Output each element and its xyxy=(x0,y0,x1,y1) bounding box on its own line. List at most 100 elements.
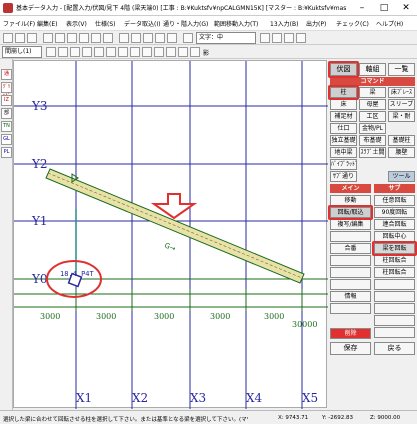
cmd-sleeve[interactable]: スリーブ xyxy=(388,99,415,110)
help-icon[interactable] xyxy=(296,33,306,43)
cmd-ground-beam[interactable]: 地中梁 xyxy=(330,147,357,158)
back-button[interactable]: 戻る xyxy=(374,342,415,355)
left-tool-grid-line[interactable]: 通 xyxy=(1,69,12,80)
menu-check[interactable]: チェック(C) xyxy=(336,19,369,28)
snap-near-icon[interactable] xyxy=(142,47,152,57)
cmd-column[interactable]: 柱 xyxy=(330,87,357,98)
main-empty-5[interactable] xyxy=(330,303,371,314)
sub-empty-4[interactable] xyxy=(374,315,415,326)
settings-icon[interactable] xyxy=(260,33,270,43)
cmd-hardware[interactable]: 金物/PL xyxy=(359,123,386,134)
column-rotate-align-button[interactable]: 柱回転合 xyxy=(374,255,415,266)
snap-cross-icon[interactable] xyxy=(118,47,128,57)
rotate-90-button[interactable]: 90度回転 xyxy=(374,207,415,218)
cmd-supplement[interactable]: 補足材 xyxy=(330,111,357,122)
assign-number-button[interactable]: 合番 xyxy=(330,243,371,254)
align-to-beam-button[interactable]: 梁を回転 xyxy=(374,243,415,254)
main-empty-2[interactable] xyxy=(330,255,371,266)
snap-point-icon[interactable] xyxy=(58,47,68,57)
snap-center-icon[interactable] xyxy=(82,47,92,57)
delete-button[interactable]: 削除 xyxy=(330,328,371,339)
left-tool-gl[interactable]: GL xyxy=(1,134,12,145)
info-button[interactable]: 情報 xyxy=(330,291,371,302)
dim-icon[interactable] xyxy=(178,47,188,57)
menu-edit[interactable]: 編集(E) xyxy=(37,19,57,28)
column-rotate-align-button-2[interactable]: 柱回転合 xyxy=(374,267,415,278)
hatch-icon[interactable] xyxy=(166,47,176,57)
cmd-beam-resist[interactable]: 梁・耐 xyxy=(388,111,415,122)
text-icon[interactable] xyxy=(183,33,193,43)
cmd-zone[interactable]: 工区 xyxy=(359,111,386,122)
free-rotate-button[interactable]: 任意回転 xyxy=(374,195,415,206)
zoom-window-icon[interactable] xyxy=(103,33,113,43)
save-button[interactable]: 保存 xyxy=(330,342,371,355)
left-tool-grid[interactable]: ｸﾞﾘｯﾄﾞ xyxy=(1,82,12,99)
main-empty-4[interactable] xyxy=(330,279,371,290)
left-tool-member[interactable]: 部 xyxy=(1,108,12,119)
snap-mid-icon[interactable] xyxy=(106,47,116,57)
color-swatch-icon[interactable] xyxy=(154,47,164,57)
menu-range-move[interactable]: 範囲移動入力(T) xyxy=(214,19,258,28)
copy-edit-button[interactable]: 複写/編集 xyxy=(330,219,371,230)
drawing-canvas[interactable]: Y3 Y2 Y1 Y0 X1 X2 X3 X4 X5 3000 3000 300… xyxy=(13,60,328,409)
cmd-isolated-footing[interactable]: 独立基礎 xyxy=(330,135,357,146)
beam-member[interactable] xyxy=(45,168,305,284)
menu-view[interactable]: 表示(V) xyxy=(66,19,87,28)
zoom-in-icon[interactable] xyxy=(67,33,77,43)
menu-file[interactable]: ファイル(F) xyxy=(3,19,35,28)
shadow-toggle-icon[interactable] xyxy=(190,47,200,57)
redo-icon[interactable] xyxy=(27,33,37,43)
menu-help[interactable]: ヘルプ(H) xyxy=(376,19,403,28)
mode-select[interactable]: 間崩し(1) xyxy=(2,46,42,58)
drawing-svg[interactable]: Y3 Y2 Y1 Y0 X1 X2 X3 X4 X5 3000 3000 300… xyxy=(14,61,328,409)
save-icon[interactable] xyxy=(3,33,13,43)
zoom-out-icon[interactable] xyxy=(79,33,89,43)
menu-spec[interactable]: 仕様(S) xyxy=(95,19,116,28)
left-tool-iz[interactable]: IZ xyxy=(1,95,12,106)
main-empty-3[interactable] xyxy=(330,267,371,278)
undo-icon[interactable] xyxy=(15,33,25,43)
rotate-center-button[interactable]: 回転中心 xyxy=(374,231,415,242)
move-button[interactable]: 移動 xyxy=(330,195,371,206)
sub-empty-5[interactable] xyxy=(374,327,415,338)
layer-icon[interactable] xyxy=(119,33,129,43)
left-tool-tn[interactable]: TN xyxy=(1,121,12,132)
maximize-button[interactable]: □ xyxy=(373,0,395,16)
snap-end-icon[interactable] xyxy=(94,47,104,57)
snap-grid-icon[interactable] xyxy=(46,47,56,57)
sub-empty-3[interactable] xyxy=(374,303,415,314)
cmd-purlin[interactable]: 母屋 xyxy=(359,99,386,110)
snap-line-icon[interactable] xyxy=(70,47,80,57)
minimize-button[interactable]: – xyxy=(351,0,373,16)
zoom-fit-icon[interactable] xyxy=(91,33,101,43)
cmd-tools[interactable]: ツール xyxy=(388,171,415,182)
cmd-floor-brace[interactable]: 床ﾌﾞﾚｰｽ xyxy=(388,87,415,98)
main-empty-1[interactable] xyxy=(330,231,371,242)
menu-output[interactable]: 出力(P) xyxy=(306,19,326,28)
close-button[interactable]: ✕ xyxy=(395,0,417,16)
plan-view-button[interactable]: 伏図 xyxy=(330,63,357,76)
move-icon[interactable] xyxy=(55,33,65,43)
rotate-import-button[interactable]: 回転/取込 xyxy=(330,207,371,218)
cmd-strip-footing[interactable]: 布基礎 xyxy=(359,135,386,146)
print-icon[interactable] xyxy=(167,33,177,43)
cmd-footing-column[interactable]: 基礎柱 xyxy=(388,135,415,146)
pointer-icon[interactable] xyxy=(43,33,53,43)
cmd-floor[interactable]: 床 xyxy=(330,99,357,110)
grid-icon[interactable] xyxy=(131,33,141,43)
elevation-button[interactable]: 軸組 xyxy=(359,63,386,76)
left-tool-pl[interactable]: PL xyxy=(1,147,12,158)
cmd-hybrid[interactable]: ﾊﾞｲﾌﾞﾗｯﾄﾞ xyxy=(330,159,357,170)
measure-icon[interactable] xyxy=(143,33,153,43)
cmd-beam[interactable]: 梁 xyxy=(359,87,386,98)
cmd-joint[interactable]: 仕口 xyxy=(330,123,357,134)
select-icon[interactable] xyxy=(155,33,165,43)
info-icon[interactable] xyxy=(284,33,294,43)
sub-empty-1[interactable] xyxy=(374,279,415,290)
sub-empty-2[interactable] xyxy=(374,291,415,302)
color-icon[interactable] xyxy=(272,33,282,43)
list-button[interactable]: 一覧 xyxy=(388,63,415,76)
cmd-slab[interactable]: ｽﾗﾌﾞ土間 xyxy=(359,147,386,158)
cmd-sub-grid[interactable]: ｻﾌﾞ通り xyxy=(330,171,357,182)
snap-perp-icon[interactable] xyxy=(130,47,140,57)
